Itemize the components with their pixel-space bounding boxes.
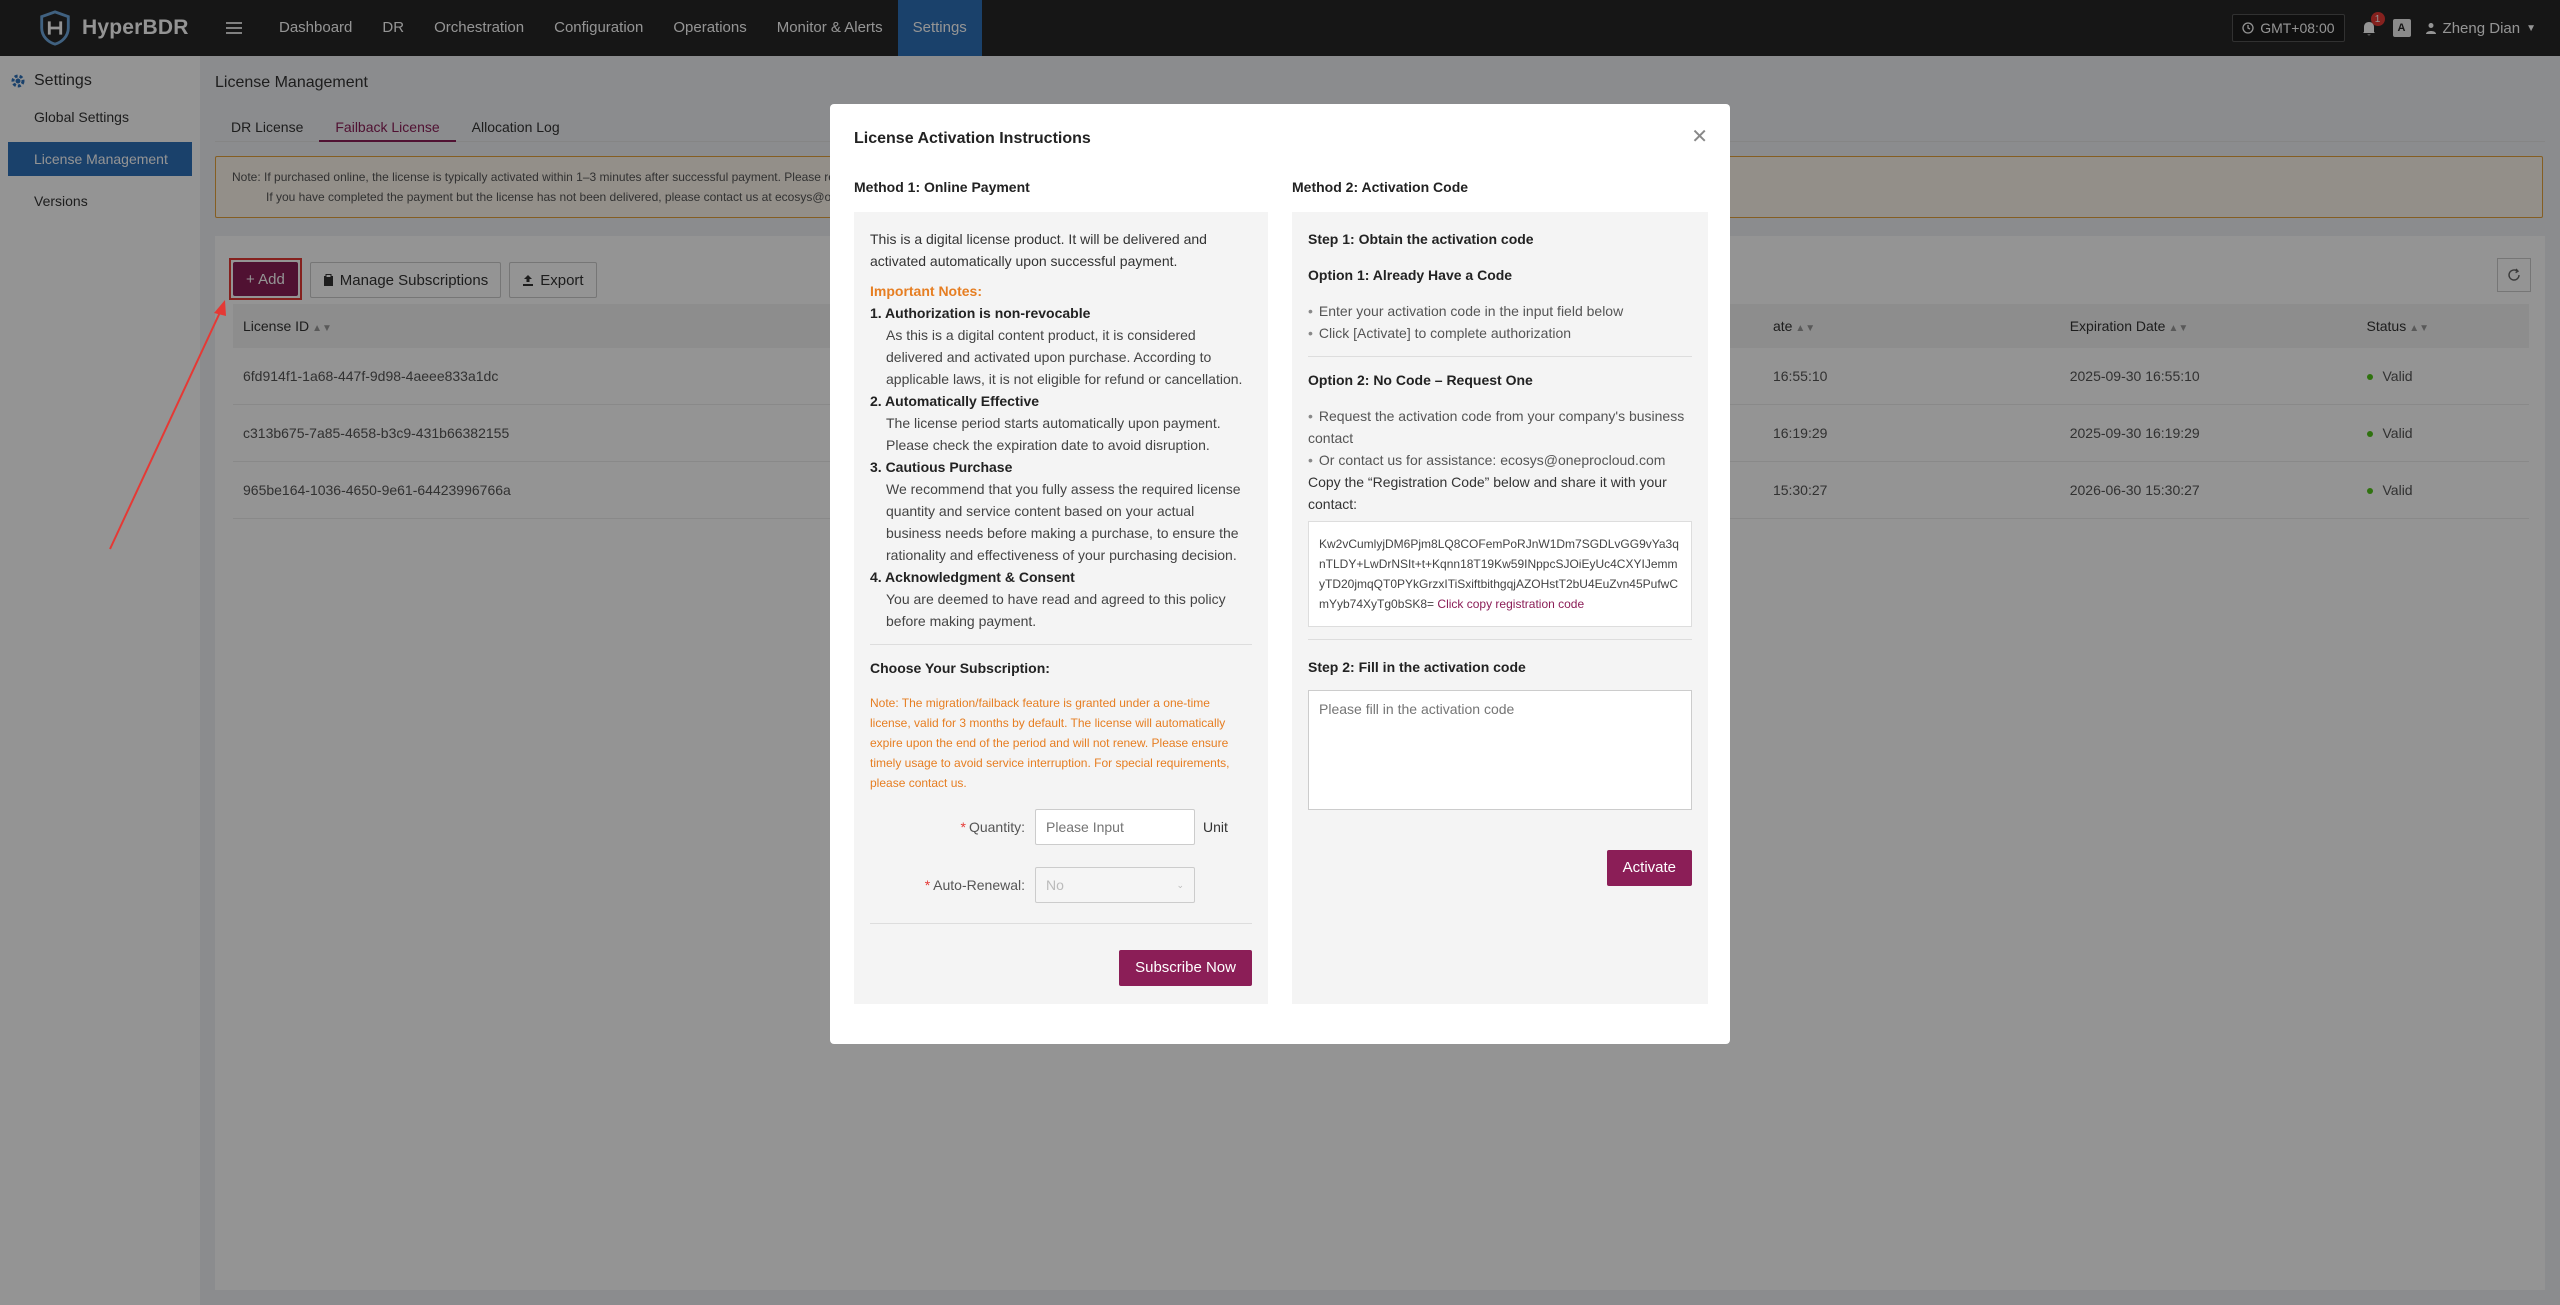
option2-item: Request the activation code from your co…: [1308, 405, 1692, 449]
method2-heading: Method 2: Activation Code: [1292, 179, 1469, 195]
note-3-body: We recommend that you fully assess the r…: [886, 481, 1241, 563]
quantity-label: * Quantity:: [960, 819, 1025, 835]
step1-title: Step 1: Obtain the activation code: [1308, 231, 1534, 247]
choose-subscription-title: Choose Your Subscription:: [870, 660, 1050, 676]
method1-heading: Method 1: Online Payment: [854, 179, 1030, 195]
copy-registration-link[interactable]: Click copy registration code: [1437, 597, 1584, 611]
note-4-title: 4. Acknowledgment & Consent: [870, 569, 1075, 585]
activate-button[interactable]: Activate: [1606, 850, 1692, 886]
subscribe-now-button[interactable]: Subscribe Now: [1119, 950, 1252, 986]
note-3-title: 3. Cautious Purchase: [870, 459, 1013, 475]
step2-title: Step 2: Fill in the activation code: [1308, 659, 1526, 675]
note-1-body: As this is a digital content product, it…: [886, 327, 1243, 387]
chevron-down-icon: ⌄: [1176, 880, 1184, 890]
auto-renewal-select[interactable]: No ⌄: [1035, 867, 1195, 903]
option2-item: Or contact us for assistance: ecosys@one…: [1308, 449, 1692, 471]
divider: [870, 644, 1252, 645]
note-4-body: You are deemed to have read and agreed t…: [886, 591, 1226, 629]
auto-renewal-label: * Auto-Renewal:: [924, 877, 1025, 893]
important-notes-title: Important Notes:: [870, 283, 982, 299]
method1-intro: This is a digital license product. It wi…: [870, 231, 1207, 269]
license-activation-modal: License Activation Instructions ✕ Method…: [830, 104, 1730, 1044]
option2-title: Option 2: No Code – Request One: [1308, 372, 1533, 388]
option1-item: Enter your activation code in the input …: [1308, 300, 1692, 322]
copy-instructions: Copy the “Registration Code” below and s…: [1308, 474, 1667, 512]
activation-code-panel: Step 1: Obtain the activation code Optio…: [1292, 212, 1708, 1004]
activation-code-input[interactable]: [1308, 690, 1692, 810]
option1-title: Option 1: Already Have a Code: [1308, 267, 1513, 283]
quantity-input[interactable]: [1035, 809, 1195, 845]
divider: [1308, 639, 1692, 640]
close-icon[interactable]: ✕: [1691, 124, 1708, 149]
note-1-title: 1. Authorization is non-revocable: [870, 305, 1091, 321]
quantity-unit: Unit: [1203, 819, 1228, 835]
note-2-title: 2. Automatically Effective: [870, 393, 1040, 409]
online-payment-panel: This is a digital license product. It wi…: [854, 212, 1268, 1004]
option1-item: Click [Activate] to complete authorizati…: [1308, 322, 1692, 344]
note-2-body: The license period starts automatically …: [886, 415, 1221, 453]
auto-renewal-row: * Auto-Renewal: No ⌄: [870, 867, 1252, 903]
divider: [1308, 356, 1692, 357]
modal-title: License Activation Instructions: [854, 130, 1091, 147]
divider: [870, 923, 1252, 924]
registration-code-box: Kw2vCumlyjDM6Pjm8LQ8COFemPoRJnW1Dm7SGDLv…: [1308, 521, 1692, 627]
subscription-note: Note: The migration/failback feature is …: [870, 696, 1230, 790]
quantity-row: *Quantity: Unit: [870, 809, 1252, 845]
